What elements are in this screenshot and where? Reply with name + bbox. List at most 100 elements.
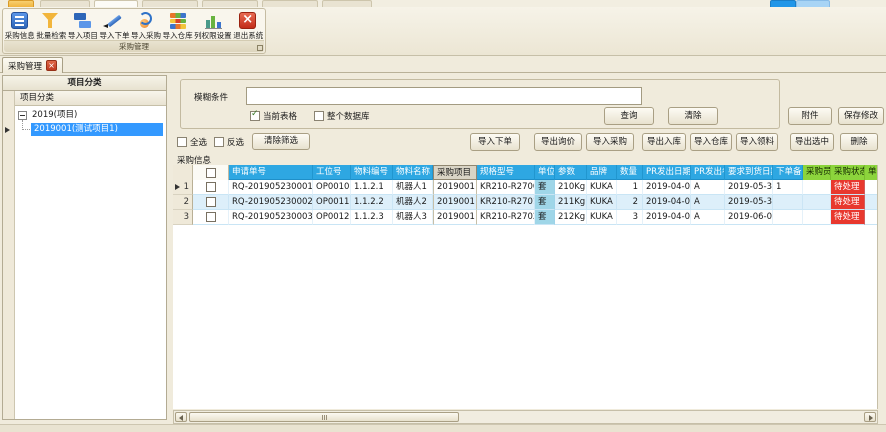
column-header-param[interactable]: 参数 — [555, 165, 587, 180]
group-dialog-launcher-icon[interactable] — [257, 45, 263, 51]
table-row[interactable]: 1RQ-201905230001OP00101.1.2.1机器人12019001… — [173, 180, 877, 195]
column-header-station[interactable]: 工位号 — [313, 165, 351, 180]
tree-node-2019001[interactable]: 2019001(测试项目1) — [15, 123, 166, 136]
ribbon-button-import-warehouse[interactable]: 导入仓库 — [162, 10, 194, 43]
purchase-grid: 申请单号工位号物料编号物料名称采购项目规格型号单位参数品牌数量PR发出日期PR发… — [173, 165, 878, 409]
delete-button[interactable]: 删除 — [840, 133, 878, 151]
column-header-price[interactable]: 单价 — [865, 165, 878, 180]
import-warehouse-button[interactable]: 导入仓库 — [690, 133, 732, 151]
column-header-qty[interactable]: 数量 — [617, 165, 643, 180]
status-badge: 待处理 — [831, 180, 865, 195]
table-row[interactable]: 2RQ-201905230002OP00111.1.2.2机器人22019001… — [173, 195, 877, 210]
column-header-brand[interactable]: 品牌 — [587, 165, 617, 180]
scrollbar-left-arrow-icon[interactable] — [175, 412, 187, 422]
ribbon-button-label: 导入项目 — [68, 31, 98, 40]
import-material-button[interactable]: 导入领料 — [736, 133, 778, 151]
checkbox-icon[interactable] — [250, 111, 260, 121]
save-changes-button[interactable]: 保存修改 — [838, 107, 884, 125]
column-header-mat_no[interactable]: 物料编号 — [351, 165, 393, 180]
ribbon-group-procurement: 采购信息 批量检索 导入项目 导入下单 导入采购 导入仓库 — [2, 8, 266, 54]
document-tab-procurement[interactable]: 采购管理 × — [2, 57, 63, 73]
column-header-order_note[interactable]: 下单备注 — [773, 165, 803, 180]
close-icon[interactable]: × — [46, 60, 57, 71]
column-header-due_date[interactable]: 要求到货日期 — [725, 165, 773, 180]
row-checkbox[interactable] — [206, 197, 216, 207]
ribbon-button-import-purchase[interactable]: 导入采购 — [130, 10, 162, 43]
column-header-pr_by[interactable]: PR发出者 — [691, 165, 725, 180]
ribbon-button-import-order[interactable]: 导入下单 — [99, 10, 131, 43]
clear-filter-button[interactable]: 清除筛选 — [252, 133, 310, 150]
tree-header[interactable]: 项目分类 — [15, 91, 166, 106]
collapse-icon[interactable] — [18, 111, 27, 120]
export-inbound-button[interactable]: 导出入库 — [642, 133, 686, 151]
select-all-checkbox[interactable]: 全选 — [177, 136, 209, 148]
tree-row-indicator-gutter — [3, 91, 15, 419]
cell-chk — [193, 195, 229, 210]
column-header-ind[interactable] — [173, 165, 193, 180]
import-purchase-button[interactable]: 导入采购 — [586, 133, 634, 151]
column-header-mat_name[interactable]: 物料名称 — [393, 165, 433, 180]
query-button[interactable]: 查询 — [604, 107, 654, 125]
current-table-checkbox[interactable]: 当前表格 — [250, 110, 299, 122]
tree-connector — [22, 120, 30, 130]
column-header-buyer[interactable]: 采购员 — [803, 165, 831, 180]
export-selected-button[interactable]: 导出选中 — [790, 133, 834, 151]
ribbon-button-label: 列权限设置 — [194, 31, 232, 40]
cell-spec: KR210-R2701 — [477, 195, 535, 210]
export-inquiry-button[interactable]: 导出询价 — [534, 133, 582, 151]
window-tab-fragment[interactable] — [8, 0, 34, 7]
window-tab-fragment[interactable] — [142, 0, 198, 7]
cell-order_note — [773, 210, 803, 225]
current-row-arrow-icon — [175, 184, 180, 190]
ribbon-button-label: 导入采购 — [131, 31, 161, 40]
window-tab-fragment[interactable] — [202, 0, 258, 7]
whole-database-checkbox[interactable]: 整个数据库 — [314, 110, 372, 122]
ribbon-button-purchase-info[interactable]: 采购信息 — [4, 10, 36, 43]
window-tab-fragment[interactable] — [322, 0, 372, 7]
ribbon-button-label: 导入仓库 — [163, 31, 193, 40]
column-header-spec[interactable]: 规格型号 — [477, 165, 535, 180]
header-checkbox[interactable] — [206, 168, 216, 178]
app-window: { "colors": { "header_blue": "#2ea7e2", … — [0, 0, 886, 432]
clear-button[interactable]: 清除 — [668, 107, 718, 125]
column-header-unit[interactable]: 单位 — [535, 165, 555, 180]
table-row[interactable]: 3RQ-201905230003OP00121.1.2.3机器人32019001… — [173, 210, 877, 225]
window-tab-fragment[interactable] — [262, 0, 318, 7]
invert-selection-checkbox[interactable]: 反选 — [214, 136, 246, 148]
cell-ind: 2 — [173, 195, 193, 210]
project-tree-panel: 项目分类 2019(项目) 2019001(测试项目1) — [2, 90, 167, 420]
cell-pr_by: A — [691, 180, 725, 195]
tree-node-2019[interactable]: 2019(项目) — [15, 109, 166, 122]
column-header-status[interactable]: 采购状态 — [831, 165, 865, 180]
checkbox-icon[interactable] — [177, 137, 187, 147]
ribbon-button-import-project[interactable]: 导入项目 — [67, 10, 99, 43]
checkbox-label: 整个数据库 — [327, 112, 370, 122]
column-header-req_no[interactable]: 申请单号 — [229, 165, 313, 180]
import-order-button[interactable]: 导入下单 — [470, 133, 520, 151]
attachment-button[interactable]: 附件 — [788, 107, 832, 125]
row-checkbox[interactable] — [206, 182, 216, 192]
column-header-chk[interactable] — [193, 165, 229, 180]
window-tab-strip — [0, 0, 886, 7]
row-checkbox[interactable] — [206, 212, 216, 222]
document-tab-label: 采购管理 — [8, 60, 42, 72]
checkbox-icon[interactable] — [314, 111, 324, 121]
scrollbar-right-arrow-icon[interactable] — [864, 412, 876, 422]
window-bottom-edge — [0, 424, 886, 432]
checkbox-icon[interactable] — [214, 137, 224, 147]
window-control-fragment[interactable] — [770, 0, 796, 7]
window-control-fragment[interactable] — [796, 0, 830, 7]
cell-param: 211Kg — [555, 195, 587, 210]
column-header-project[interactable]: 采购项目 — [433, 165, 477, 180]
scrollbar-thumb[interactable] — [189, 412, 459, 422]
ribbon-button-column-permission[interactable]: 列权限设置 — [193, 10, 232, 43]
h-scrollbar[interactable] — [173, 410, 878, 424]
window-tab-fragment[interactable] — [40, 0, 90, 7]
ribbon-button-exit-system[interactable]: 退出系统 — [232, 10, 264, 43]
column-header-pr_date[interactable]: PR发出日期 — [643, 165, 691, 180]
cell-param: 212Kg — [555, 210, 587, 225]
window-tab-fragment[interactable] — [94, 0, 138, 7]
fuzzy-condition-input[interactable] — [246, 87, 642, 105]
cell-spec: KR210-R2700 — [477, 180, 535, 195]
ribbon-button-batch-search[interactable]: 批量检索 — [36, 10, 68, 43]
